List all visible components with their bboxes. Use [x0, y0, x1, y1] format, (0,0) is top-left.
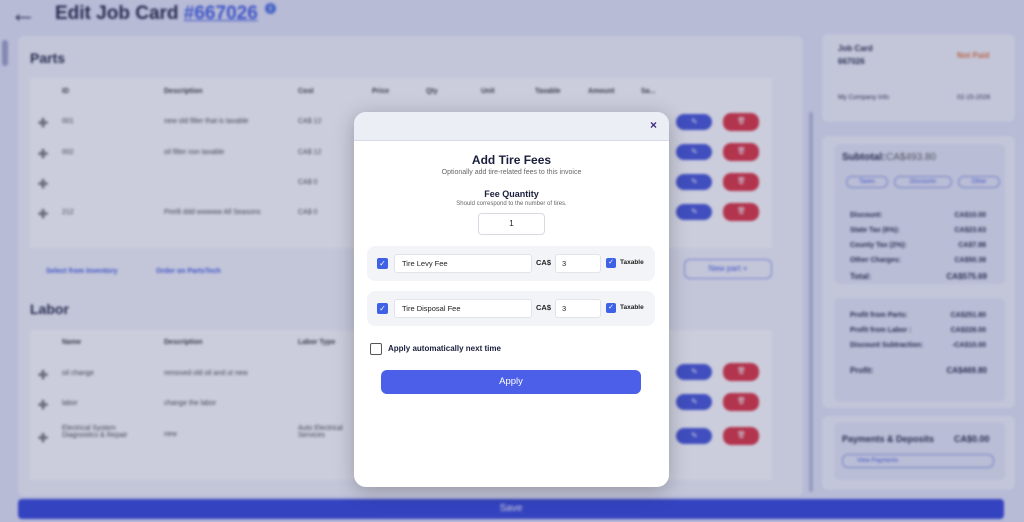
fee-quantity-label: Fee Quantity [484, 189, 539, 199]
fee-quantity-input[interactable]: 1 [478, 213, 545, 235]
fee-amount-input[interactable]: 3 [555, 254, 601, 273]
fee-row-tire-levy: ✓ Tire Levy Fee CA$ 3 ✓ Taxable [367, 246, 655, 281]
taxable-checkbox[interactable]: ✓ [606, 258, 616, 268]
add-tire-fees-modal: × Add Tire Fees Optionally add tire-rela… [354, 112, 669, 487]
taxable-checkbox[interactable]: ✓ [606, 303, 616, 313]
fee-quantity-hint: Should correspond to the number of tires… [456, 201, 567, 207]
taxable-label: Taxable [620, 259, 644, 266]
fee-amount-input[interactable]: 3 [555, 299, 601, 318]
auto-apply-checkbox[interactable] [370, 343, 382, 355]
fee-name-input[interactable]: Tire Disposal Fee [394, 299, 532, 318]
apply-button[interactable]: Apply [381, 370, 641, 394]
taxable-label: Taxable [620, 304, 644, 311]
close-icon[interactable]: × [650, 118, 657, 132]
modal-header: × [354, 112, 669, 141]
currency-label: CA$ [536, 303, 552, 312]
fee-enabled-checkbox[interactable]: ✓ [377, 303, 388, 314]
currency-label: CA$ [536, 258, 552, 267]
modal-subtitle: Optionally add tire-related fees to this… [441, 169, 582, 176]
auto-apply-label[interactable]: Apply automatically next time [388, 344, 501, 353]
modal-title: Add Tire Fees [471, 153, 552, 167]
fee-name-input[interactable]: Tire Levy Fee [394, 254, 532, 273]
fee-row-tire-disposal: ✓ Tire Disposal Fee CA$ 3 ✓ Taxable [367, 291, 655, 326]
fee-enabled-checkbox[interactable]: ✓ [377, 258, 388, 269]
